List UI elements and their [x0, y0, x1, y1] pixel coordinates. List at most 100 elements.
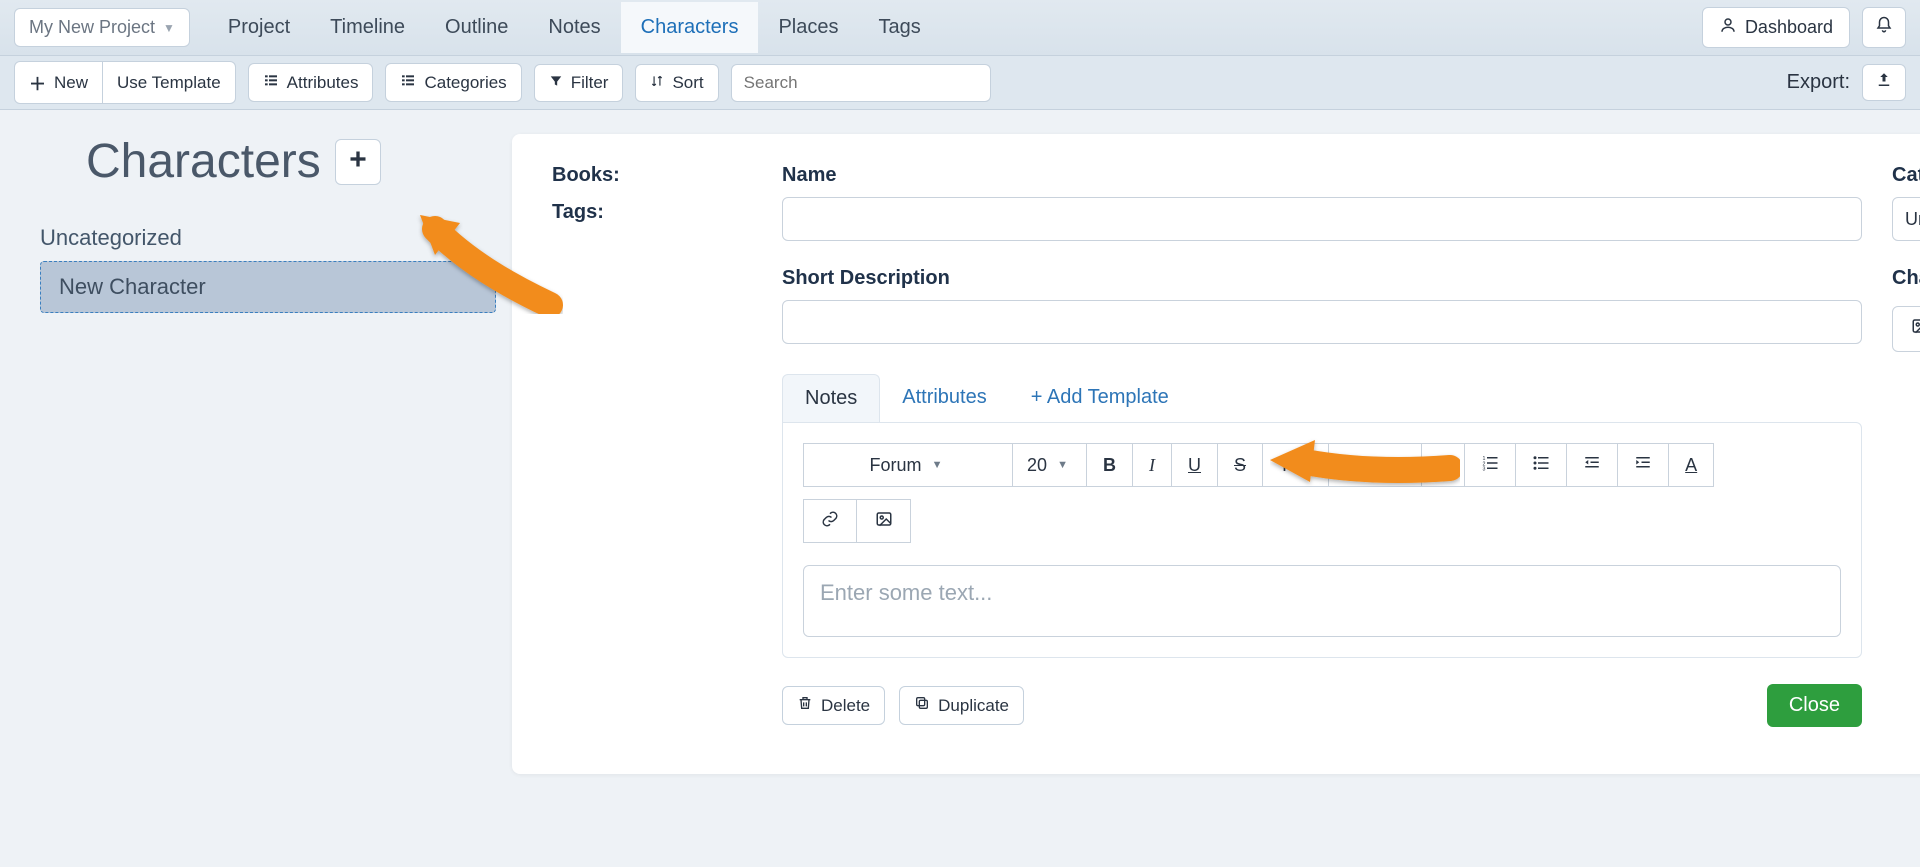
category-select[interactable]: Uncategorized ⌄: [1892, 197, 1920, 241]
tab-label: Notes: [548, 16, 600, 38]
font-size-select[interactable]: 20 ▼: [1013, 443, 1087, 487]
italic-button[interactable]: I: [1133, 443, 1172, 487]
tab-outline[interactable]: Outline: [425, 2, 528, 53]
close-button[interactable]: Close: [1767, 684, 1862, 727]
strikethrough-button[interactable]: S: [1218, 443, 1263, 487]
use-template-label: Use Template: [117, 73, 221, 93]
trash-icon: [797, 695, 813, 716]
inner-tab-attributes[interactable]: Attributes: [880, 374, 1008, 422]
strikethrough-icon: S: [1234, 455, 1246, 476]
svg-text:3: 3: [1483, 466, 1486, 472]
dashboard-label: Dashboard: [1745, 17, 1833, 38]
duplicate-button[interactable]: Duplicate: [899, 686, 1024, 725]
attributes-button[interactable]: Attributes: [248, 63, 374, 102]
tab-project[interactable]: Project: [208, 2, 310, 53]
ordered-list-button[interactable]: 123: [1465, 443, 1516, 487]
ordered-list-icon: 123: [1481, 454, 1499, 477]
image-icon: [875, 510, 893, 533]
page-title: Characters: [86, 134, 321, 189]
notes-editor: Forum ▼ 20 ▼ B I: [782, 422, 1862, 658]
outdent-button[interactable]: [1567, 443, 1618, 487]
font-family-value: Forum: [870, 455, 922, 476]
link-icon: [821, 510, 839, 533]
use-template-button[interactable]: Use Template: [103, 61, 236, 104]
caret-down-icon: ▼: [1057, 459, 1068, 471]
subtitle-style-button[interactable]: Subtitle: [1329, 443, 1422, 487]
inner-tab-add-template[interactable]: + Add Template: [1009, 374, 1191, 422]
plus-icon: [348, 149, 368, 174]
delete-button[interactable]: Delete: [782, 686, 885, 725]
export-button[interactable]: [1862, 64, 1906, 101]
plus-icon: ＋: [29, 70, 46, 95]
inner-tab-notes[interactable]: Notes: [782, 374, 880, 422]
project-name: My New Project: [29, 17, 155, 38]
blockquote-button[interactable]: “: [1422, 443, 1465, 487]
tab-label: Outline: [445, 16, 508, 38]
italic-icon: I: [1149, 455, 1155, 476]
dashboard-button[interactable]: Dashboard: [1702, 7, 1850, 48]
character-list-item[interactable]: New Character: [40, 261, 496, 313]
sort-label: Sort: [672, 73, 703, 93]
short-description-label: Short Description: [782, 267, 1862, 290]
unordered-list-button[interactable]: [1516, 443, 1567, 487]
list-icon: [400, 72, 416, 93]
tab-characters[interactable]: Characters: [621, 2, 759, 53]
name-input[interactable]: [782, 197, 1862, 241]
books-label: Books:: [552, 164, 752, 187]
character-item-label: New Character: [59, 274, 206, 299]
unordered-list-icon: [1532, 454, 1550, 477]
text-color-button[interactable]: A: [1669, 443, 1714, 487]
indent-button[interactable]: [1618, 443, 1669, 487]
font-size-value: 20: [1027, 455, 1047, 476]
inner-tab-label: Notes: [805, 387, 857, 409]
choose-image-button[interactable]: Choose an image: [1892, 306, 1920, 352]
category-heading: Uncategorized: [40, 225, 496, 251]
link-button[interactable]: [803, 499, 857, 543]
project-select-button[interactable]: My New Project ▼: [14, 8, 190, 47]
image-button[interactable]: [857, 499, 911, 543]
user-icon: [1719, 16, 1737, 39]
notifications-button[interactable]: [1862, 7, 1906, 48]
category-label: Category: [1892, 164, 1920, 187]
new-label: New: [54, 73, 88, 93]
filter-label: Filter: [571, 73, 609, 93]
main-tabs: Project Timeline Outline Notes Character…: [208, 2, 1684, 53]
caret-down-icon: ▼: [163, 21, 175, 35]
tab-places[interactable]: Places: [758, 2, 858, 53]
bold-button[interactable]: B: [1087, 443, 1133, 487]
export-label: Export:: [1787, 71, 1850, 94]
underline-button[interactable]: U: [1172, 443, 1218, 487]
new-button[interactable]: ＋ New: [14, 61, 103, 104]
categories-button[interactable]: Categories: [385, 63, 521, 102]
title-style-label: Title: [1279, 455, 1312, 476]
tab-label: Timeline: [330, 16, 405, 38]
short-description-input[interactable]: [782, 300, 1862, 344]
underline-icon: U: [1188, 455, 1201, 476]
list-icon: [263, 72, 279, 93]
thumbnail-label: Character Thumbnail: [1892, 267, 1920, 290]
title-style-button[interactable]: Title: [1263, 443, 1329, 487]
tab-label: Tags: [878, 16, 920, 38]
tags-label: Tags:: [552, 201, 752, 224]
bold-icon: B: [1103, 455, 1116, 476]
search-input[interactable]: [731, 64, 991, 102]
notes-textarea[interactable]: Enter some text...: [803, 565, 1841, 637]
inner-tab-label: + Add Template: [1031, 386, 1169, 408]
indent-icon: [1634, 454, 1652, 477]
tab-timeline[interactable]: Timeline: [310, 2, 425, 53]
categories-label: Categories: [424, 73, 506, 93]
tab-label: Characters: [641, 16, 739, 38]
tab-notes[interactable]: Notes: [528, 2, 620, 53]
tab-label: Project: [228, 16, 290, 38]
sort-icon: [650, 73, 664, 93]
duplicate-label: Duplicate: [938, 696, 1009, 716]
sort-button[interactable]: Sort: [635, 64, 718, 102]
tab-tags[interactable]: Tags: [858, 2, 940, 53]
add-character-button[interactable]: [335, 139, 381, 185]
name-label: Name: [782, 164, 1862, 187]
attributes-label: Attributes: [287, 73, 359, 93]
font-family-select[interactable]: Forum ▼: [803, 443, 1013, 487]
filter-button[interactable]: Filter: [534, 64, 624, 102]
image-icon: [1911, 317, 1920, 341]
bell-icon: [1875, 16, 1893, 39]
